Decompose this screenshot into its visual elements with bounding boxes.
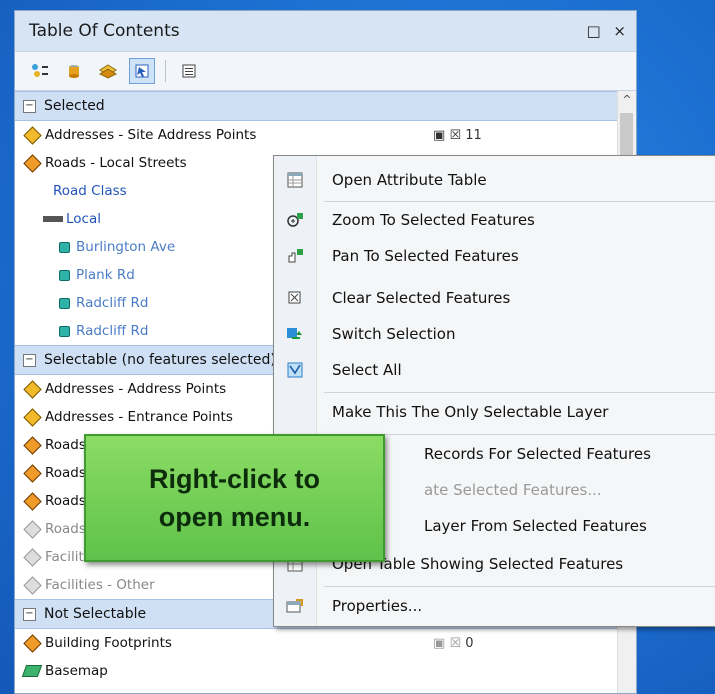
group-selected[interactable]: − Selected xyxy=(15,91,618,121)
collapse-toggle[interactable]: − xyxy=(23,607,36,621)
menu-switch-selection[interactable]: Switch Selection xyxy=(274,316,715,352)
selection-count: ▣ ☒ 0 xyxy=(433,635,474,651)
menu-pan-to-selected[interactable]: Pan To Selected Features xyxy=(274,238,715,274)
menu-select-all[interactable]: Select All xyxy=(274,352,715,388)
feature-icon xyxy=(59,269,70,281)
polygon-layer-icon xyxy=(22,633,42,653)
collapse-toggle[interactable]: − xyxy=(23,99,36,113)
line-layer-icon xyxy=(22,153,42,173)
restore-icon[interactable]: □ xyxy=(586,22,600,40)
select-all-icon[interactable]: ▣ xyxy=(433,636,445,651)
close-icon[interactable]: × xyxy=(613,22,626,40)
feature-icon xyxy=(59,297,70,309)
layer-building-footprints[interactable]: Building Footprints ▣ ☒ 0 xyxy=(15,629,618,657)
window-title: Table Of Contents xyxy=(29,21,180,41)
line-layer-icon xyxy=(22,519,42,539)
clear-selection-icon[interactable]: ☒ xyxy=(449,636,461,651)
group-label: Selectable (no features selected) xyxy=(44,352,276,368)
feature-icon xyxy=(59,241,70,253)
list-by-visibility-icon[interactable] xyxy=(95,58,121,84)
collapse-toggle[interactable]: − xyxy=(23,353,36,367)
feature-icon xyxy=(59,325,70,337)
list-by-selection-icon[interactable] xyxy=(129,58,155,84)
instruction-callout: Right-click to open menu. xyxy=(84,434,385,562)
selection-count: ▣ ☒ 11 xyxy=(433,127,482,143)
group-label: Selected xyxy=(44,98,105,114)
point-layer-icon xyxy=(22,125,42,145)
layer-label: Roads - Local Streets xyxy=(45,155,187,171)
line-layer-icon xyxy=(22,463,42,483)
clear-selection-icon xyxy=(274,290,316,306)
scroll-up-icon[interactable]: ^ xyxy=(618,91,636,109)
line-layer-icon xyxy=(22,491,42,511)
toc-toolbar xyxy=(15,51,636,91)
select-all-icon xyxy=(274,362,316,378)
menu-properties[interactable]: Properties... xyxy=(274,588,715,624)
menu-clear-selected[interactable]: Clear Selected Features xyxy=(274,280,715,316)
callout-line-1: Right-click to xyxy=(148,464,320,494)
group-label: Not Selectable xyxy=(44,606,147,622)
line-symbol-icon xyxy=(43,216,63,222)
layer-basemap[interactable]: Basemap xyxy=(15,657,618,685)
list-by-drawing-order-icon[interactable] xyxy=(27,58,53,84)
point-layer-icon xyxy=(22,379,42,399)
select-all-icon[interactable]: ▣ xyxy=(433,128,445,143)
layer-label: Addresses - Site Address Points xyxy=(45,127,257,143)
switch-selection-icon xyxy=(274,326,316,342)
menu-zoom-to-selected[interactable]: Zoom To Selected Features xyxy=(274,202,715,238)
line-layer-icon xyxy=(22,435,42,455)
table-icon xyxy=(274,172,316,188)
point-layer-icon xyxy=(22,575,42,595)
point-layer-icon xyxy=(22,407,42,427)
clear-selection-icon[interactable]: ☒ xyxy=(449,128,461,143)
list-by-source-icon[interactable] xyxy=(61,58,87,84)
pan-to-selected-icon xyxy=(274,248,316,264)
window-titlebar: Table Of Contents □ × xyxy=(15,11,636,51)
menu-open-attribute-table[interactable]: Open Attribute Table xyxy=(274,162,715,198)
callout-line-2: open menu. xyxy=(158,502,311,532)
menu-make-only-selectable[interactable]: Make This The Only Selectable Layer xyxy=(274,394,715,430)
properties-icon xyxy=(274,598,316,614)
options-icon[interactable] xyxy=(176,58,202,84)
basemap-layer-icon xyxy=(21,663,43,679)
zoom-to-selected-icon xyxy=(274,212,316,228)
layer-addresses-site[interactable]: Addresses - Site Address Points ▣ ☒ 11 xyxy=(15,121,618,149)
point-layer-icon xyxy=(22,547,42,567)
